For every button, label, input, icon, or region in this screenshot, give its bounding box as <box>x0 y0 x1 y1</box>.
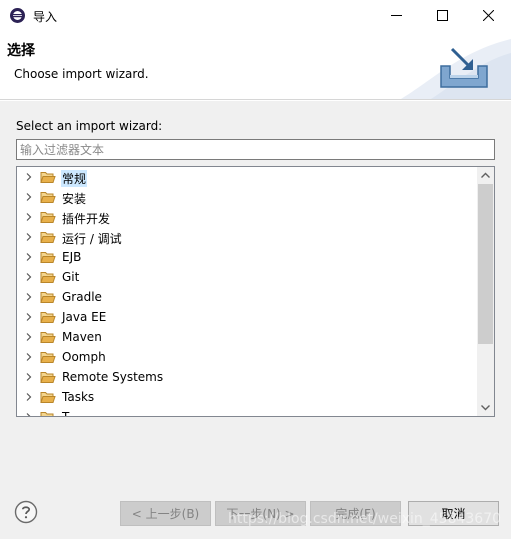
tree-item-label: Git <box>62 270 80 284</box>
folder-icon <box>40 172 56 183</box>
close-icon <box>482 10 494 21</box>
cancel-button[interactable]: 取消 <box>408 501 499 526</box>
chevron-right-icon[interactable] <box>24 352 34 362</box>
wizard-content: Select an import wizard: 常规安装插件开发运行 / 调试… <box>0 101 511 480</box>
chevron-right-icon[interactable] <box>24 332 34 342</box>
folder-icon <box>40 252 56 263</box>
maximize-icon <box>436 10 448 21</box>
folder-icon <box>40 192 56 203</box>
tree-item[interactable]: Remote Systems <box>17 367 477 387</box>
filter-input[interactable] <box>16 139 495 160</box>
tree-item[interactable]: Java EE <box>17 307 477 327</box>
wizard-page-description: Choose import wizard. <box>14 67 149 81</box>
folder-icon <box>40 232 56 243</box>
tree-item-label: 常规 <box>61 170 88 187</box>
scroll-up-icon[interactable] <box>477 167 494 184</box>
chevron-right-icon[interactable] <box>24 372 34 382</box>
folder-icon <box>40 292 56 303</box>
tree-scrollbar[interactable] <box>477 167 494 416</box>
wizard-header: 选择 Choose import wizard. <box>0 31 511 100</box>
folder-icon <box>40 212 56 223</box>
tree-item[interactable]: 插件开发 <box>17 207 477 227</box>
title-bar: 导入 <box>0 0 511 31</box>
tree-item[interactable]: 运行 / 调试 <box>17 227 477 247</box>
chevron-right-icon[interactable] <box>24 272 34 282</box>
wizard-page-title: 选择 <box>7 43 35 59</box>
minimize-icon <box>390 15 402 16</box>
wizard-footer: < 上一步(B) 下一步(N) > 完成(F) 取消 <box>0 480 511 539</box>
scroll-thumb[interactable] <box>478 184 493 344</box>
folder-icon <box>40 272 56 283</box>
chevron-right-icon[interactable] <box>24 412 34 416</box>
tree-item-label: T… <box>61 410 82 416</box>
chevron-right-icon[interactable] <box>24 292 34 302</box>
chevron-right-icon[interactable] <box>24 392 34 402</box>
import-wizard-icon <box>440 47 488 88</box>
tree-item[interactable]: 常规 <box>17 167 477 187</box>
folder-icon <box>40 332 56 343</box>
chevron-right-icon[interactable] <box>24 232 34 242</box>
maximize-button[interactable] <box>419 0 465 31</box>
tree-item[interactable]: T… <box>17 407 477 416</box>
tree-item[interactable]: Git <box>17 267 477 287</box>
tree-item-label: Remote Systems <box>62 370 164 384</box>
folder-icon <box>40 412 54 416</box>
tree-item[interactable]: EJB <box>17 247 477 267</box>
window-title: 导入 <box>33 10 58 24</box>
tree-item-label: 安装 <box>62 192 87 206</box>
next-button[interactable]: 下一步(N) > <box>215 501 306 526</box>
wizard-tree[interactable]: 常规安装插件开发运行 / 调试 EJB Git Gradle Java EE Maven O… <box>16 166 495 417</box>
folder-icon <box>40 372 56 383</box>
tree-item-label: Gradle <box>62 290 102 304</box>
chevron-right-icon[interactable] <box>24 312 34 322</box>
tree-viewport: 常规安装插件开发运行 / 调试 EJB Git Gradle Java EE Maven O… <box>17 167 477 416</box>
tree-item[interactable]: 安装 <box>17 187 477 207</box>
tree-item-label: Maven <box>62 330 102 344</box>
tree-item-label: EJB <box>62 250 82 264</box>
tree-item-label: 运行 / 调试 <box>62 232 122 246</box>
filter-label: Select an import wizard: <box>16 119 163 133</box>
eclipse-icon <box>10 8 25 23</box>
tree-item-label: Oomph <box>62 350 106 364</box>
tree-item-label: 插件开发 <box>62 212 111 226</box>
tree-item[interactable]: Tasks <box>17 387 477 407</box>
folder-icon <box>40 312 56 323</box>
scroll-down-icon[interactable] <box>477 399 494 416</box>
tree-item[interactable]: Maven <box>17 327 477 347</box>
minimize-button[interactable] <box>373 0 419 31</box>
tree-item[interactable]: Oomph <box>17 347 477 367</box>
tree-item-label: Tasks <box>62 390 95 404</box>
tree-item[interactable]: Gradle <box>17 287 477 307</box>
chevron-right-icon[interactable] <box>24 172 34 182</box>
chevron-right-icon[interactable] <box>24 212 34 222</box>
tree-item-label: Java EE <box>62 310 107 324</box>
chevron-right-icon[interactable] <box>24 252 34 262</box>
finish-button[interactable]: 完成(F) <box>310 501 401 526</box>
back-button[interactable]: < 上一步(B) <box>120 501 211 526</box>
close-button[interactable] <box>465 0 511 31</box>
chevron-right-icon[interactable] <box>24 192 34 202</box>
folder-icon <box>40 352 56 363</box>
help-icon[interactable] <box>14 500 38 524</box>
folder-icon <box>40 392 56 403</box>
